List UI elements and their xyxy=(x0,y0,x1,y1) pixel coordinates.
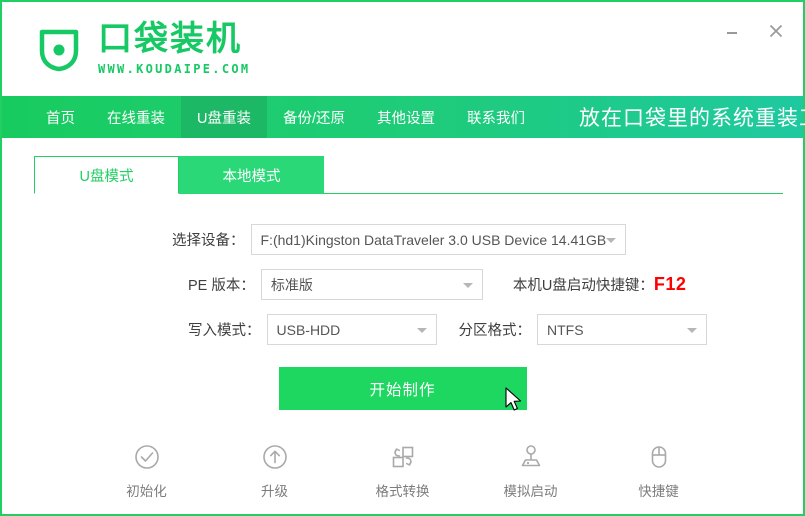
tab-label: U盘模式 xyxy=(79,168,134,185)
tool-label: 初始化 xyxy=(126,484,167,499)
write-mode-label: 写入模式： xyxy=(188,323,261,339)
tool-format-convert[interactable]: 格式转换 xyxy=(367,442,439,500)
title-bar: 口袋装机 WWW.KOUDAIPE.COM xyxy=(2,2,803,96)
chevron-down-icon xyxy=(687,327,697,333)
brand-text: 口袋装机 WWW.KOUDAIPE.COM xyxy=(98,19,251,76)
nav-item-label: 其他设置 xyxy=(377,110,436,127)
brand-name: 口袋装机 xyxy=(98,19,242,60)
window-controls xyxy=(721,20,787,42)
nav-item-label: 首页 xyxy=(46,110,75,127)
partition-format-select[interactable]: NTFS xyxy=(537,314,707,345)
joystick-icon xyxy=(516,442,546,472)
tab-label: 本地模式 xyxy=(222,168,281,185)
app-window: 口袋装机 WWW.KOUDAIPE.COM 首页 在线重装 U盘重装 备份/还原… xyxy=(0,0,805,516)
arrow-up-circle-icon xyxy=(260,442,290,472)
nav-item-usb-reinstall[interactable]: U盘重装 xyxy=(181,96,267,138)
nav-item-list: 首页 在线重装 U盘重装 备份/还原 其他设置 联系我们 xyxy=(30,96,541,138)
chevron-down-icon xyxy=(605,237,616,243)
tool-label: 模拟启动 xyxy=(503,484,558,499)
boot-hotkey-value: F12 xyxy=(653,274,687,294)
device-row: 选择设备： F:(hd1)Kingston DataTraveler 3.0 U… xyxy=(2,224,803,255)
close-button[interactable] xyxy=(765,20,787,42)
tool-simulate-boot[interactable]: 模拟启动 xyxy=(495,442,567,500)
boot-hotkey-label: 本机U盘启动快捷键： xyxy=(512,278,654,294)
tool-label: 快捷键 xyxy=(638,484,679,499)
mode-tabstrip: U盘模式 本地模式 xyxy=(2,156,803,194)
format-convert-icon xyxy=(388,442,418,472)
write-mode-row: 写入模式： USB-HDD 分区格式： NTFS xyxy=(2,314,803,345)
start-make-button[interactable]: 开始制作 xyxy=(278,367,527,410)
nav-item-other-settings[interactable]: 其他设置 xyxy=(361,96,451,138)
device-select[interactable]: F:(hd1)Kingston DataTraveler 3.0 USB Dev… xyxy=(250,224,626,255)
tool-upgrade[interactable]: 升级 xyxy=(239,442,311,500)
cta-row: 开始制作 xyxy=(2,367,803,410)
shield-dot-icon xyxy=(34,24,84,74)
chevron-down-icon xyxy=(462,282,473,288)
tool-label: 升级 xyxy=(261,484,288,499)
nav-item-backup-restore[interactable]: 备份/还原 xyxy=(267,96,361,138)
device-value: F:(hd1)Kingston DataTraveler 3.0 USB Dev… xyxy=(260,231,607,248)
nav-tagline: 放在口袋里的系统重装工具 xyxy=(579,107,805,130)
nav-item-home[interactable]: 首页 xyxy=(30,96,91,138)
nav-item-contact-us[interactable]: 联系我们 xyxy=(451,96,541,138)
tool-hotkey[interactable]: 快捷键 xyxy=(623,442,695,500)
mode-tabs: U盘模式 本地模式 xyxy=(34,156,324,194)
pe-version-select[interactable]: 标准版 xyxy=(260,269,483,300)
pe-version-row: PE 版本： 标准版 本机U盘启动快捷键：F12 xyxy=(2,269,803,300)
nav-item-label: 联系我们 xyxy=(467,110,526,127)
partition-format-label: 分区格式： xyxy=(458,323,532,339)
write-mode-select[interactable]: USB-HDD xyxy=(266,314,437,345)
usb-mode-form: 选择设备： F:(hd1)Kingston DataTraveler 3.0 U… xyxy=(2,194,803,500)
nav-item-label: 在线重装 xyxy=(107,110,165,127)
main-navigation: 首页 在线重装 U盘重装 备份/还原 其他设置 联系我们 放在口袋里的系统重装工… xyxy=(2,96,805,138)
boot-hotkey-info: 本机U盘启动快捷键：F12 xyxy=(513,274,687,295)
minimize-button[interactable] xyxy=(721,20,743,42)
brand-logo: 口袋装机 WWW.KOUDAIPE.COM xyxy=(34,19,251,76)
pe-version-label: PE 版本： xyxy=(188,278,255,294)
brand-url: WWW.KOUDAIPE.COM xyxy=(98,61,251,76)
nav-item-label: U盘重装 xyxy=(197,110,251,127)
check-circle-icon xyxy=(132,442,162,472)
nav-item-label: 备份/还原 xyxy=(282,110,346,127)
tab-local-mode[interactable]: 本地模式 xyxy=(179,156,324,194)
write-mode-value: USB-HDD xyxy=(276,321,341,338)
tool-label: 格式转换 xyxy=(375,484,430,499)
tab-usb-mode[interactable]: U盘模式 xyxy=(34,156,179,194)
tool-initialize[interactable]: 初始化 xyxy=(111,442,183,500)
tool-shortcuts: 初始化 升级 格式转换 模拟启动 快捷键 xyxy=(2,442,803,500)
partition-format-value: NTFS xyxy=(547,321,584,338)
nav-item-online-reinstall[interactable]: 在线重装 xyxy=(91,96,181,138)
chevron-down-icon xyxy=(416,327,427,333)
pe-version-value: 标准版 xyxy=(270,276,313,293)
device-label: 选择设备： xyxy=(172,233,245,249)
mouse-icon xyxy=(644,442,674,472)
